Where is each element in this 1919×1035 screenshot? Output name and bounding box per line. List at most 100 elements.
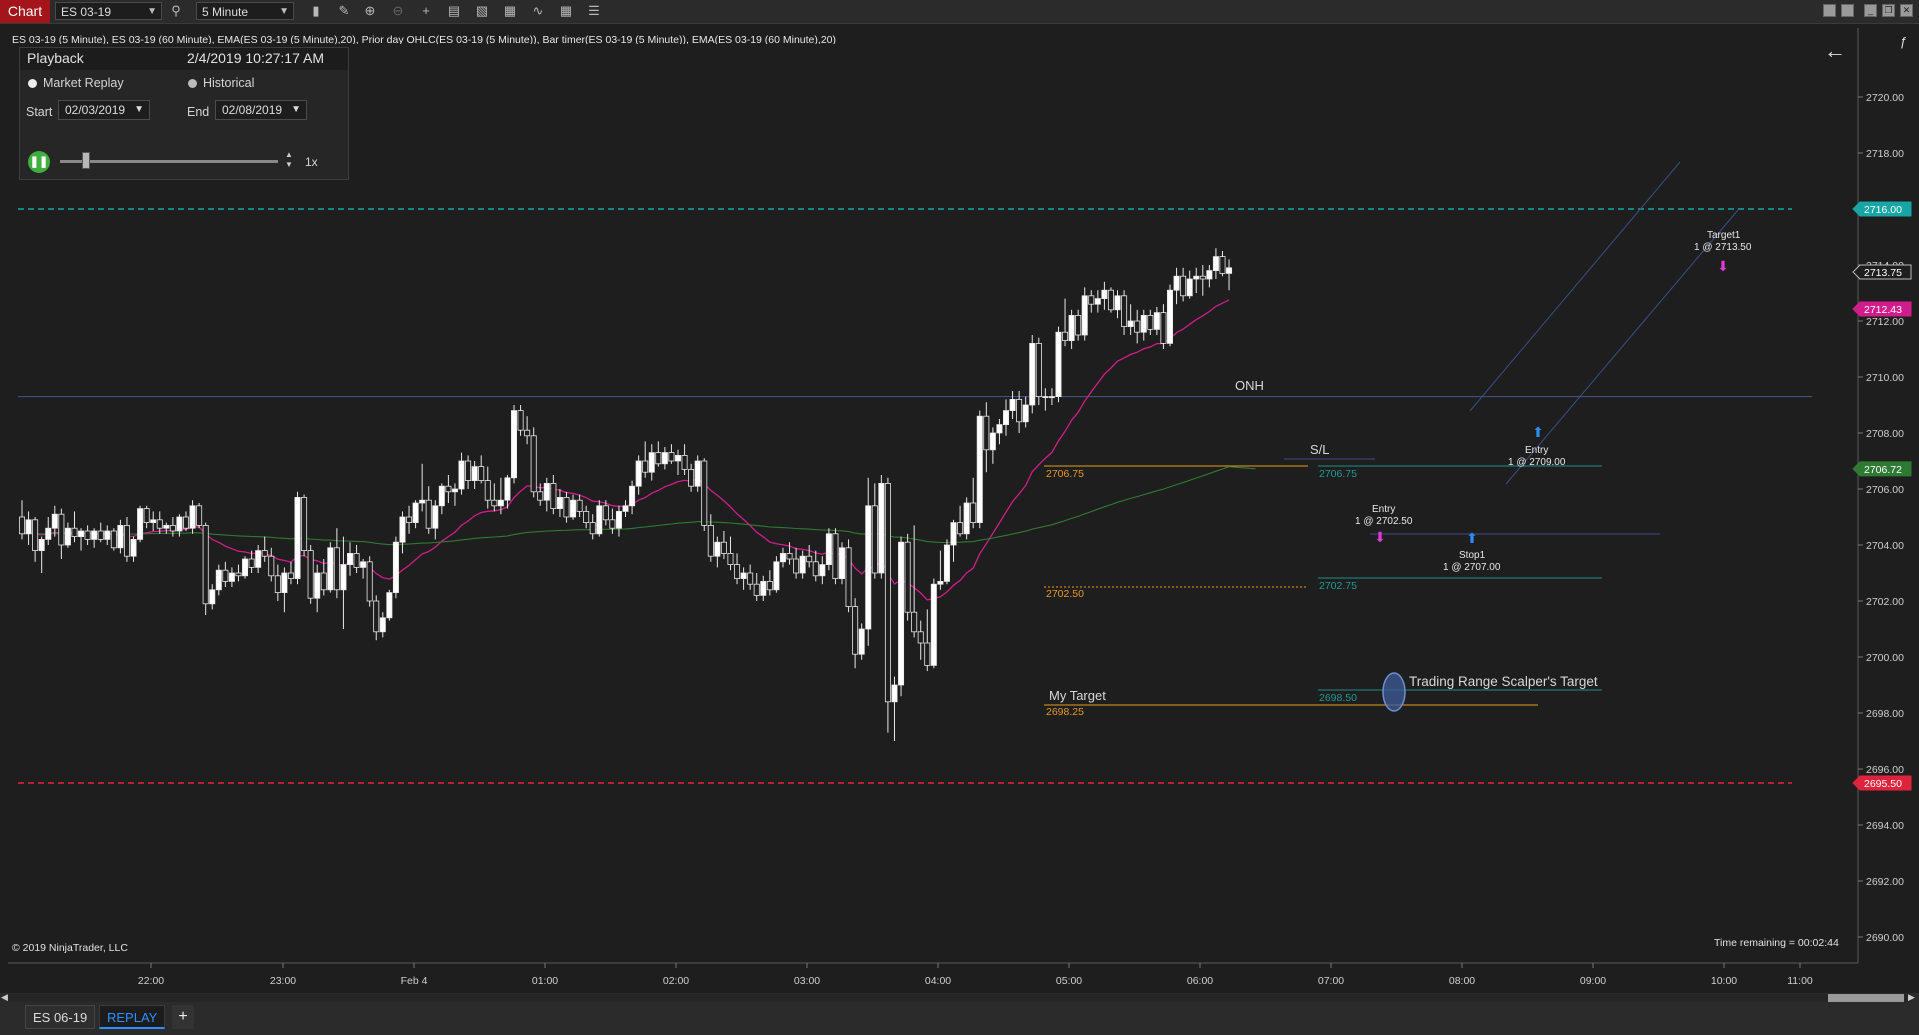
candle-body-down bbox=[957, 522, 964, 535]
back-arrow-icon[interactable]: ← bbox=[1824, 38, 1846, 64]
candle bbox=[392, 536, 399, 599]
entry1-title: Entry bbox=[1372, 504, 1395, 515]
candle-body-up bbox=[629, 485, 636, 507]
candle-body-down bbox=[727, 553, 734, 566]
end-date-picker[interactable]: 02/08/2019 ▼ bbox=[215, 100, 307, 120]
scrollbar-thumb[interactable] bbox=[1828, 994, 1904, 1002]
candle-body-up bbox=[898, 541, 905, 686]
end-date-value: 02/08/2019 bbox=[222, 103, 283, 117]
candle-body-up bbox=[117, 525, 124, 549]
level-label-teal-mid: 2702.75 bbox=[1319, 580, 1357, 592]
x-tick-label: 02:00 bbox=[663, 975, 689, 987]
candle-body-up bbox=[78, 530, 85, 537]
candle-body-up bbox=[1003, 410, 1010, 426]
candle-body-up bbox=[1140, 314, 1147, 333]
pause-button[interactable]: ❚❚ bbox=[28, 151, 50, 173]
y-tick-label: 2706.00 bbox=[1866, 484, 1904, 496]
range-target-label: Trading Range Scalper's Target bbox=[1409, 674, 1598, 689]
scroll-right-icon[interactable]: ▶ bbox=[1908, 992, 1915, 1003]
price-marker-label: 2713.75 bbox=[1864, 267, 1902, 279]
candle-body-up bbox=[346, 553, 353, 566]
candle-body-down bbox=[904, 541, 911, 613]
candle-body-down bbox=[1016, 398, 1023, 423]
x-tick-label: 04:00 bbox=[925, 975, 951, 987]
candle-body-down bbox=[530, 435, 537, 493]
candle-body-up bbox=[943, 544, 950, 582]
candle bbox=[839, 542, 846, 585]
candle-body-up bbox=[799, 555, 806, 574]
candle-body-up bbox=[878, 482, 885, 574]
candle-body-up bbox=[865, 505, 872, 630]
target1-detail: 1 @ 2713.50 bbox=[1694, 242, 1752, 253]
bar-timer-text: Time remaining = 00:02:44 bbox=[1714, 937, 1839, 949]
candle-body-down bbox=[301, 496, 308, 551]
x-tick-label: 06:00 bbox=[1187, 975, 1213, 987]
tab-es-06-19[interactable]: ES 06-19 bbox=[25, 1005, 96, 1029]
historical-label: Historical bbox=[203, 76, 255, 90]
x-tick-label: Feb 4 bbox=[401, 975, 428, 987]
candle-body-up bbox=[137, 508, 144, 540]
stop1-title: Stop1 bbox=[1459, 550, 1486, 561]
candle-body-up bbox=[64, 527, 71, 546]
candle-body-up bbox=[648, 452, 655, 473]
candle-body-up bbox=[839, 547, 846, 579]
candle-body-down bbox=[1107, 289, 1114, 311]
candle bbox=[878, 475, 885, 579]
playback-speed-thumb[interactable] bbox=[82, 152, 90, 169]
candle-body-up bbox=[635, 460, 642, 487]
y-tick-label: 2718.00 bbox=[1866, 148, 1904, 160]
candle-body-down bbox=[589, 522, 596, 535]
candle-body-down bbox=[425, 499, 432, 529]
playback-speed-track[interactable] bbox=[60, 160, 278, 163]
market-replay-radio[interactable]: Market Replay bbox=[28, 76, 124, 90]
candle-body-down bbox=[18, 516, 25, 535]
candle-body-up bbox=[858, 628, 865, 655]
candle-body-up bbox=[1094, 298, 1101, 305]
candle-body-down bbox=[642, 460, 649, 473]
historical-radio[interactable]: Historical bbox=[188, 76, 254, 90]
candle-body-down bbox=[1219, 256, 1226, 274]
playback-speed-value: 1x bbox=[305, 155, 318, 169]
entry2-detail: 1 @ 2709.00 bbox=[1508, 457, 1566, 468]
x-tick-label: 10:00 bbox=[1711, 975, 1737, 987]
x-tick-label: 23:00 bbox=[270, 975, 296, 987]
y-tick-label: 2704.00 bbox=[1866, 540, 1904, 552]
function-icon[interactable]: ƒ bbox=[1900, 34, 1907, 49]
candle-body-down bbox=[983, 415, 990, 451]
candle-body-up bbox=[779, 553, 786, 563]
candle bbox=[110, 528, 117, 551]
candle-body-up bbox=[556, 496, 563, 509]
radio-unselected-icon bbox=[188, 79, 197, 89]
price-marker-label: 2706.72 bbox=[1864, 464, 1902, 476]
candle-body-up bbox=[819, 564, 826, 577]
speed-spinner[interactable]: ▲ ▼ bbox=[284, 150, 294, 172]
price-marker-label: 2716.00 bbox=[1864, 204, 1902, 216]
candle-body-up bbox=[510, 410, 517, 479]
candle-body-down bbox=[537, 491, 544, 501]
candle-body-down bbox=[1062, 331, 1069, 342]
candle-body-up bbox=[38, 539, 45, 552]
candle-body-down bbox=[478, 466, 485, 482]
candle-body-down bbox=[333, 547, 340, 591]
candle-body-down bbox=[845, 547, 852, 607]
candle bbox=[825, 528, 832, 571]
add-tab-button[interactable]: + bbox=[172, 1005, 194, 1029]
price-marker: 2713.75 bbox=[1852, 264, 1912, 280]
my-target-label: My Target bbox=[1049, 688, 1106, 703]
tab-replay[interactable]: REPLAY bbox=[99, 1005, 166, 1029]
candle-body-up bbox=[255, 550, 262, 568]
level-label-orange-top: 2706.75 bbox=[1046, 468, 1084, 480]
candle-body-down bbox=[1134, 320, 1141, 333]
candle-body-down bbox=[747, 572, 754, 585]
candle-body-up bbox=[163, 525, 170, 529]
entry2-title: Entry bbox=[1525, 445, 1548, 456]
x-tick-label: 01:00 bbox=[532, 975, 558, 987]
chevron-down-icon: ▼ bbox=[134, 104, 144, 115]
candle-body-down bbox=[832, 533, 839, 579]
candle-body-up bbox=[661, 452, 668, 465]
scroll-left-icon[interactable]: ◀ bbox=[1, 992, 8, 1003]
candle-body-up bbox=[471, 466, 478, 482]
horizontal-scrollbar[interactable] bbox=[8, 994, 1912, 1002]
start-date-picker[interactable]: 02/03/2019 ▼ bbox=[58, 100, 150, 120]
candle-body-up bbox=[451, 488, 458, 493]
